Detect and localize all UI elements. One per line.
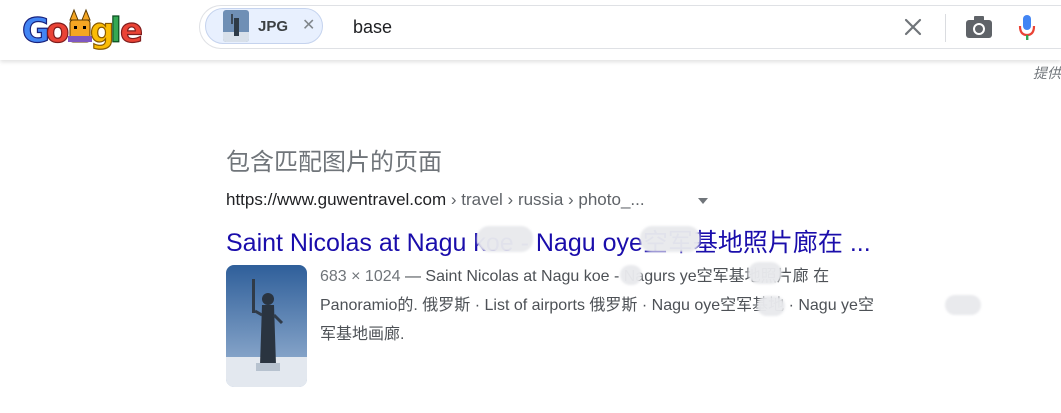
search-divider bbox=[945, 14, 946, 42]
image-dimensions: 683 × 1024 bbox=[320, 268, 401, 285]
redaction-blur bbox=[748, 262, 782, 284]
redaction-blur bbox=[620, 265, 642, 285]
result-url-domain: https://www.guwentravel.com bbox=[226, 190, 447, 209]
search-input[interactable]: base bbox=[353, 17, 392, 38]
microphone-icon[interactable] bbox=[1017, 14, 1037, 42]
clear-search-icon[interactable] bbox=[903, 17, 923, 37]
query-image-thumbnail bbox=[223, 10, 249, 42]
redaction-blur bbox=[757, 296, 785, 316]
snippet-line-1: 683 × 1024 — Saint Nicolas at Nagu koe -… bbox=[320, 268, 830, 285]
result-snippet: 683 × 1024 — Saint Nicolas at Nagu koe -… bbox=[320, 262, 1040, 349]
redaction-blur bbox=[945, 295, 981, 315]
snippet-line-3: 军基地画廊. bbox=[320, 326, 405, 343]
chip-remove-icon[interactable]: ✕ bbox=[302, 17, 315, 35]
result-url-path: › travel › russia › photo_... bbox=[446, 190, 645, 209]
svg-text:o: o bbox=[46, 11, 69, 51]
svg-text:e: e bbox=[120, 11, 142, 51]
provider-attribution: 提供 bbox=[1033, 65, 1061, 81]
top-header: G o g l e JPG ✕ base bbox=[0, 0, 1061, 60]
redaction-blur bbox=[640, 226, 700, 252]
camera-icon[interactable] bbox=[964, 14, 994, 40]
result-thumbnail[interactable] bbox=[226, 265, 307, 387]
result-title-link[interactable]: Saint Nicolas at Nagu koe - Nagu oye空军基地… bbox=[226, 223, 871, 259]
result-url-breadcrumb[interactable]: https://www.guwentravel.com › travel › r… bbox=[226, 190, 645, 210]
chip-label: JPG bbox=[258, 18, 289, 35]
section-title: 包含匹配图片的页面 bbox=[226, 149, 442, 176]
image-query-chip[interactable]: JPG ✕ bbox=[205, 8, 323, 44]
snippet-line-2: Panoramio的. 俄罗斯 · List of airports 俄罗斯 ·… bbox=[320, 297, 874, 314]
url-menu-chevron-icon[interactable] bbox=[698, 198, 708, 204]
search-box[interactable]: JPG ✕ base bbox=[199, 5, 1061, 49]
google-doodle-logo[interactable]: G o g l e bbox=[22, 6, 142, 52]
redaction-blur bbox=[477, 226, 533, 252]
